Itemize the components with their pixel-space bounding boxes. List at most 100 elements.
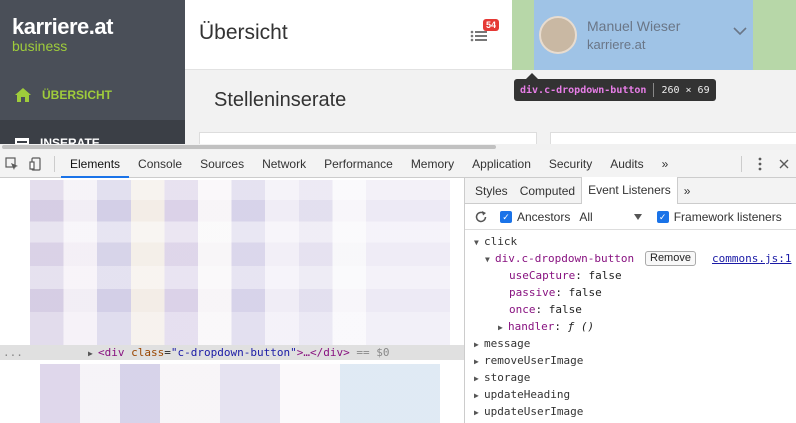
page-title: Übersicht bbox=[199, 21, 288, 44]
prop-colon: : bbox=[575, 269, 589, 282]
node-tag-rest: >…</div> bbox=[296, 346, 350, 359]
listener-group[interactable]: ▶ message bbox=[465, 335, 796, 352]
section-title: Stelleninserate bbox=[214, 89, 347, 111]
refresh-icon[interactable] bbox=[474, 210, 488, 224]
tooltip-divider bbox=[653, 83, 655, 97]
notification-badge: 54 bbox=[483, 19, 500, 31]
expand-triangle-icon[interactable]: ▶ bbox=[474, 353, 484, 370]
listener-group[interactable]: ▶ updateUserImage bbox=[465, 403, 796, 420]
sidebar-pane: Styles Computed Event Listeners » ✓ Ance… bbox=[465, 177, 796, 423]
expand-triangle-icon[interactable]: ▶ bbox=[474, 370, 484, 387]
ancestors-checkbox[interactable]: ✓ bbox=[500, 210, 512, 223]
listener-group[interactable]: ▶ storage bbox=[465, 369, 796, 386]
blurred-dom-content bbox=[30, 180, 450, 345]
listener-type: updateUserImage bbox=[484, 405, 584, 418]
tab-computed[interactable]: Computed bbox=[514, 178, 581, 204]
blurred-dom-content bbox=[40, 364, 440, 423]
sidebar-tabs: Styles Computed Event Listeners » bbox=[465, 177, 796, 204]
node-menu-dots[interactable]: ... bbox=[3, 345, 23, 360]
listener-type: updateHeading bbox=[484, 388, 571, 401]
ancestors-select[interactable]: All bbox=[579, 210, 592, 224]
expand-triangle-icon[interactable]: ▶ bbox=[88, 346, 98, 361]
prop-value: false bbox=[588, 269, 622, 282]
prop-key: useCapture bbox=[509, 269, 576, 282]
app-header: Übersicht 54 Manuel Wieser karriere.at bbox=[185, 0, 796, 70]
prop-key: passive bbox=[509, 286, 556, 299]
close-icon[interactable] bbox=[772, 150, 796, 178]
toolbar-divider bbox=[741, 155, 742, 172]
prop-colon: : bbox=[535, 303, 549, 316]
device-toolbar-icon[interactable] bbox=[24, 150, 48, 178]
listener-group[interactable]: ▶ removeUserImage bbox=[465, 352, 796, 369]
inspect-tooltip: div.c-dropdown-button 260 × 69 bbox=[514, 73, 716, 101]
expand-triangle-icon[interactable]: ▶ bbox=[474, 404, 484, 421]
tab-network[interactable]: Network bbox=[253, 150, 315, 178]
listener-group-click[interactable]: ▼ click bbox=[465, 233, 796, 250]
expand-triangle-icon[interactable]: ▶ bbox=[474, 387, 484, 404]
dom-tree[interactable]: ... ▶ <div class="c-dropdown-button">…</d… bbox=[0, 178, 465, 423]
padding-highlight bbox=[753, 0, 796, 70]
tab-sources[interactable]: Sources bbox=[191, 150, 253, 178]
selected-dom-node[interactable]: ... ▶ <div class="c-dropdown-button">…</d… bbox=[0, 345, 465, 360]
sidebar-item-uebersicht[interactable]: ÜBERSICHT bbox=[0, 70, 185, 120]
tab-audits[interactable]: Audits bbox=[601, 150, 652, 178]
prop-value: false bbox=[548, 303, 582, 316]
tab-elements[interactable]: Elements bbox=[61, 150, 130, 178]
tab-overflow[interactable]: » bbox=[653, 150, 678, 178]
tab-sidebar-overflow[interactable]: » bbox=[678, 178, 697, 204]
padding-highlight bbox=[512, 0, 534, 70]
expand-triangle-icon[interactable]: ▶ bbox=[474, 336, 484, 353]
listener-filters: ✓ Ancestors All ✓ Framework listeners bbox=[465, 204, 796, 230]
node-tag-open: <div bbox=[98, 346, 125, 359]
listener-type: message bbox=[484, 337, 531, 350]
expand-triangle-icon[interactable]: ▶ bbox=[498, 319, 508, 336]
dropdown-arrow-icon[interactable] bbox=[633, 213, 643, 221]
more-options-icon[interactable] bbox=[748, 150, 772, 178]
scrollbar-thumb[interactable] bbox=[2, 145, 496, 149]
listener-prop: useCapture: false bbox=[465, 267, 796, 284]
logo-text: karriere.at bbox=[12, 14, 113, 39]
listener-group[interactable]: ▶ updateHeading bbox=[465, 386, 796, 403]
prop-key: handler bbox=[508, 320, 555, 333]
listener-handler[interactable]: ▶ handler: ƒ () bbox=[465, 318, 796, 335]
attr-equals: = bbox=[164, 346, 171, 359]
prop-colon: : bbox=[555, 286, 569, 299]
home-icon bbox=[15, 88, 31, 102]
node-markup: ▶ <div class="c-dropdown-button">…</div> … bbox=[88, 345, 389, 361]
tab-console[interactable]: Console bbox=[129, 150, 191, 178]
collapse-triangle-icon[interactable]: ▼ bbox=[485, 251, 495, 268]
prop-colon: : bbox=[554, 320, 568, 333]
tab-event-listeners[interactable]: Event Listeners bbox=[581, 177, 678, 204]
tab-application[interactable]: Application bbox=[463, 150, 540, 178]
framework-listeners-label: Framework listeners bbox=[673, 209, 782, 224]
prop-value: false bbox=[568, 286, 602, 299]
sidebar-nav: ÜBERSICHT INSERATE bbox=[0, 70, 185, 150]
tab-performance[interactable]: Performance bbox=[315, 150, 402, 178]
ancestors-label: Ancestors bbox=[517, 209, 571, 224]
listener-entry[interactable]: ▼ div.c-dropdown-button Remove commons.js… bbox=[465, 250, 796, 267]
tab-memory[interactable]: Memory bbox=[402, 150, 463, 178]
user-name: Manuel Wieser bbox=[587, 18, 681, 34]
collapse-triangle-icon[interactable]: ▼ bbox=[474, 234, 484, 251]
toolbar-divider bbox=[54, 155, 55, 172]
tooltip-size: 260 × 69 bbox=[661, 84, 710, 96]
remove-listener-button[interactable]: Remove bbox=[645, 251, 696, 266]
node-attr-name: class bbox=[131, 346, 165, 359]
brand-logo[interactable]: karriere.at business bbox=[0, 0, 185, 70]
tooltip-selector: div.c-dropdown-button bbox=[520, 84, 647, 96]
inspect-element-icon[interactable] bbox=[0, 150, 24, 178]
chevron-down-icon bbox=[733, 27, 747, 36]
listener-prop: passive: false bbox=[465, 284, 796, 301]
node-console-ref: == $0 bbox=[349, 346, 390, 359]
listener-node: div.c-dropdown-button bbox=[495, 252, 635, 265]
prop-value: ƒ () bbox=[567, 320, 595, 333]
user-dropdown-button[interactable]: Manuel Wieser karriere.at bbox=[534, 0, 753, 70]
tab-styles[interactable]: Styles bbox=[469, 178, 514, 204]
node-attr-value: "c-dropdown-button" bbox=[170, 346, 297, 359]
source-link[interactable]: commons.js:1 bbox=[712, 250, 791, 267]
framework-listeners-checkbox[interactable]: ✓ bbox=[656, 210, 669, 223]
tab-security[interactable]: Security bbox=[540, 150, 601, 178]
devtools-panel: Elements Console Sources Network Perform… bbox=[0, 150, 796, 423]
user-company: karriere.at bbox=[587, 37, 646, 52]
listener-type: click bbox=[484, 235, 518, 248]
